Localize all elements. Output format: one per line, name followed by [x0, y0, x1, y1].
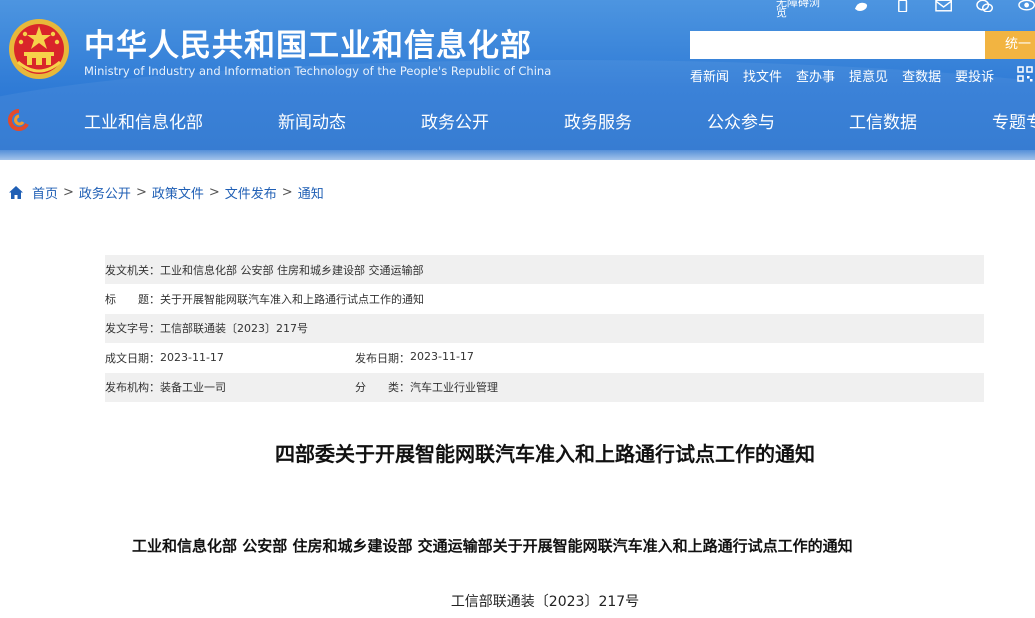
org-label: 发布机构：	[105, 381, 160, 395]
breadcrumb-separator: >	[63, 185, 74, 200]
search-input[interactable]	[690, 31, 985, 59]
nav-logo-icon[interactable]	[6, 109, 32, 131]
home-icon[interactable]	[8, 185, 24, 200]
breadcrumb-home[interactable]: 首页	[32, 183, 58, 202]
top-toolbar: 无障碍浏览	[776, 0, 1035, 18]
nav-item-news[interactable]: 新闻动态	[278, 108, 346, 133]
quick-link-feedback[interactable]: 提意见	[849, 66, 888, 85]
published-date-cell: 发布日期： 2023-11-17	[355, 350, 474, 366]
breadcrumb: 首页 > 政务公开 > 政策文件 > 文件发布 > 通知	[8, 183, 324, 202]
site-header: 中华人民共和国工业和信息化部 Ministry of Industry and …	[0, 0, 1035, 160]
written-date-label: 成文日期：	[105, 351, 160, 365]
published-date-label: 发布日期：	[355, 351, 410, 365]
breadcrumb-file-release[interactable]: 文件发布	[225, 183, 277, 202]
search-button[interactable]: 统一	[985, 31, 1035, 59]
nav-item-gov-affairs[interactable]: 政务公开	[421, 108, 489, 133]
info-row-org: 发布机构： 装备工业一司 分 类： 汽车工业行业管理	[105, 372, 984, 402]
title-value: 关于开展智能网联汽车准入和上路通行试点工作的通知	[160, 293, 424, 307]
weibo-icon[interactable]	[853, 0, 870, 12]
breadcrumb-separator: >	[135, 185, 147, 200]
article-subheading: 工业和信息化部 公安部 住房和城乡建设部 交通运输部关于开展智能网联汽车准入和上…	[132, 537, 853, 555]
category-value: 汽车工业行业管理	[410, 381, 498, 395]
info-row-dates: 成文日期： 2023-11-17 发布日期： 2023-11-17	[105, 343, 984, 372]
doc-no-value: 工信部联通装〔2023〕217号	[160, 322, 308, 336]
document-info-table: 发文机关： 工业和信息化部 公安部 住房和城乡建设部 交通运输部 标 题： 关于…	[105, 255, 984, 402]
national-emblem-icon[interactable]	[8, 18, 70, 80]
qr-icon[interactable]	[1017, 66, 1033, 82]
wechat-icon[interactable]	[976, 0, 994, 12]
breadcrumb-gov-affairs[interactable]: 政务公开	[79, 183, 131, 202]
breadcrumb-separator: >	[281, 185, 293, 200]
nav-item-services[interactable]: 政务服务	[564, 108, 632, 133]
main-nav: 工业和信息化部 新闻动态 政务公开 政务服务 公众参与 工信数据 专题专	[0, 100, 1035, 140]
doc-no-label: 发文字号：	[105, 322, 160, 336]
category-cell: 分 类： 汽车工业行业管理	[355, 379, 498, 395]
mail-icon[interactable]	[935, 0, 953, 12]
quick-link-data[interactable]: 查数据	[902, 66, 941, 85]
nav-item-topics[interactable]: 专题专	[992, 108, 1035, 133]
breadcrumb-separator: >	[208, 185, 220, 200]
org-value: 装备工业一司	[160, 381, 226, 395]
site-title-english: Ministry of Industry and Information Tec…	[84, 64, 552, 78]
written-date-value: 2023-11-17	[160, 351, 224, 365]
article-doc-number: 工信部联通装〔2023〕217号	[450, 594, 640, 610]
quick-link-complaint[interactable]: 要投诉	[955, 66, 994, 85]
nav-item-public[interactable]: 公众参与	[707, 108, 775, 133]
nav-item-home[interactable]: 工业和信息化部	[84, 108, 203, 133]
published-date-value: 2023-11-17	[410, 349, 474, 363]
category-label: 分 类：	[355, 381, 410, 395]
quick-links: 看新闻 找文件 查办事 提意见 查数据 要投诉	[690, 66, 994, 85]
breadcrumb-policy-files[interactable]: 政策文件	[152, 183, 204, 202]
mobile-icon[interactable]	[894, 0, 911, 12]
title-label: 标 题：	[105, 293, 160, 307]
nav-item-data[interactable]: 工信数据	[849, 108, 917, 133]
quick-link-services[interactable]: 查办事	[796, 66, 835, 85]
site-title[interactable]: 中华人民共和国工业和信息化部	[84, 20, 532, 65]
eye-icon[interactable]	[1017, 0, 1035, 12]
breadcrumb-notice[interactable]: 通知	[298, 183, 324, 202]
issuer-value: 工业和信息化部 公安部 住房和城乡建设部 交通运输部	[160, 263, 424, 277]
info-row-title: 标 题： 关于开展智能网联汽车准入和上路通行试点工作的通知	[105, 284, 984, 313]
quick-link-news[interactable]: 看新闻	[690, 66, 729, 85]
quick-link-files[interactable]: 找文件	[743, 66, 782, 85]
accessibility-link[interactable]: 无障碍浏览	[776, 0, 829, 18]
info-row-issuer: 发文机关： 工业和信息化部 公安部 住房和城乡建设部 交通运输部	[105, 255, 984, 285]
article-heading: 四部委关于开展智能网联汽车准入和上路通行试点工作的通知	[275, 442, 815, 466]
issuer-label: 发文机关：	[105, 263, 160, 277]
info-row-doc-no: 发文字号： 工信部联通装〔2023〕217号	[105, 313, 984, 344]
